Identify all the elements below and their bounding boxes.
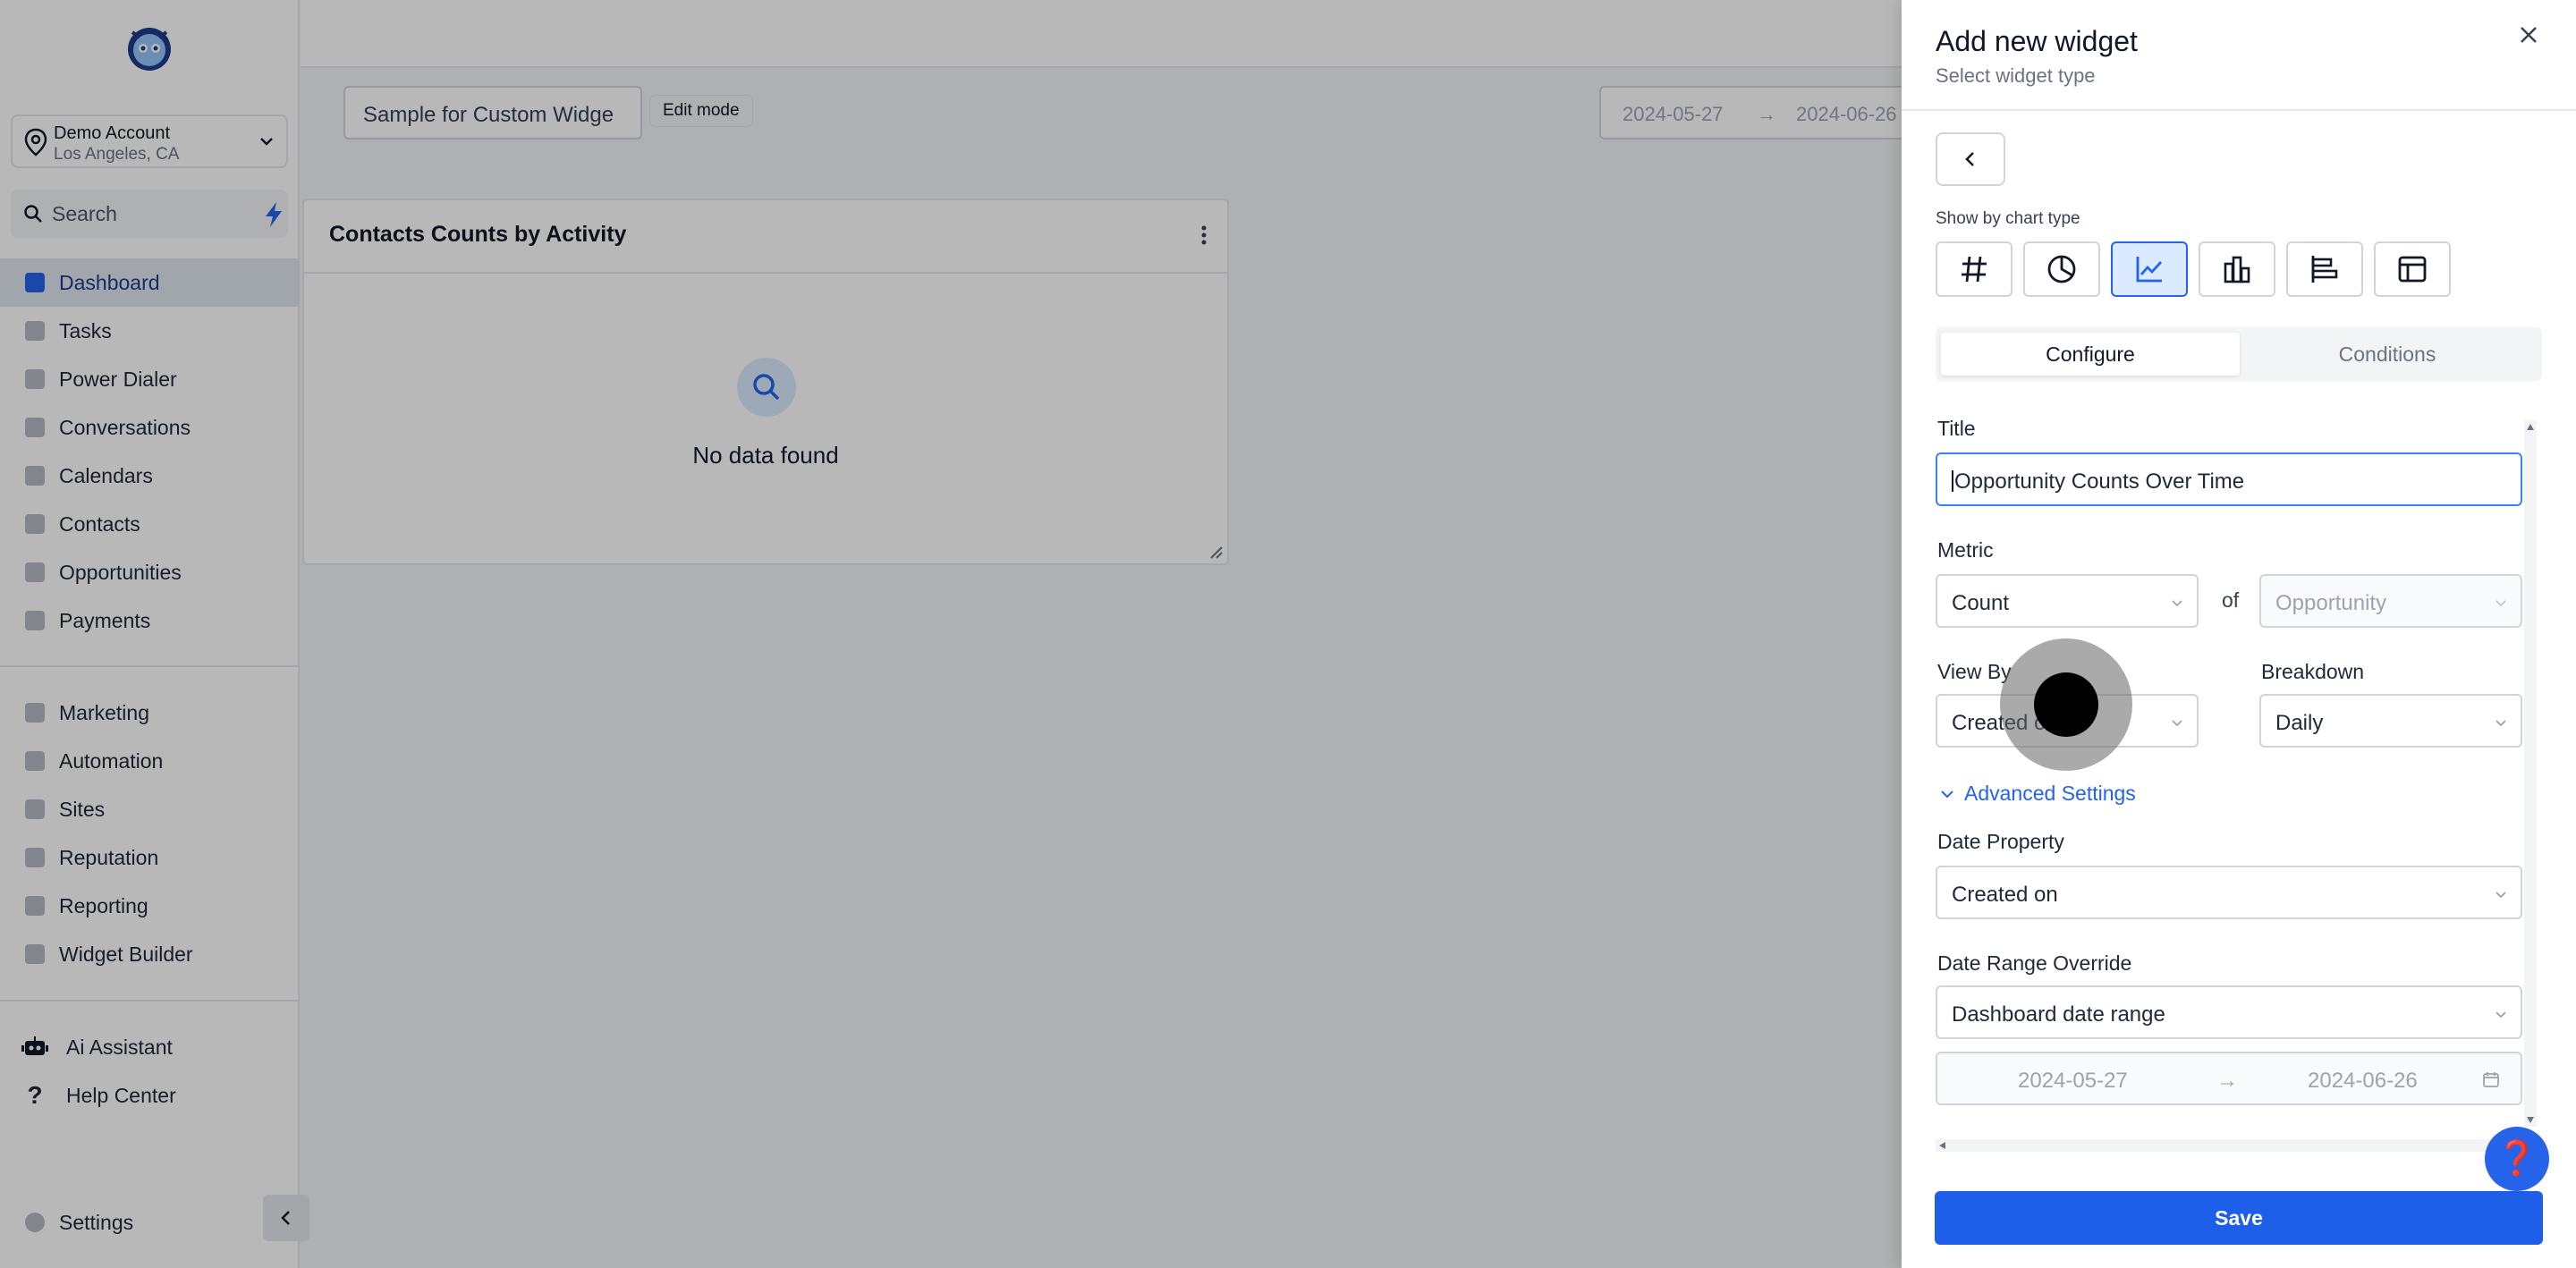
- chart-type-number[interactable]: [1936, 241, 2012, 297]
- chart-type-table[interactable]: [2374, 241, 2451, 297]
- chevron-down-icon: [1941, 790, 1953, 798]
- widget-config-form: Title Opportunity Counts Over Time Metri…: [1936, 417, 2522, 1132]
- breakdown-label: Breakdown: [2261, 660, 2365, 683]
- drawer-header-divider: [1902, 109, 2576, 111]
- scroll-left-arrow-icon[interactable]: [1936, 1139, 1948, 1152]
- view-by-label: View By: [1937, 660, 2012, 683]
- click-indicator: [2000, 638, 2132, 771]
- back-button[interactable]: [1936, 132, 2005, 186]
- date-range-override-label: Date Range Override: [1937, 951, 2132, 975]
- chevron-down-icon: [2172, 600, 2182, 607]
- form-horizontal-scrollbar[interactable]: [1936, 1139, 2521, 1152]
- arrow-right-icon: →: [2216, 1069, 2238, 1093]
- breakdown-value: Daily: [2275, 711, 2324, 735]
- chevron-down-icon: [2496, 600, 2506, 607]
- pie-chart-icon: [2047, 255, 2076, 283]
- date-range-override-value: Dashboard date range: [1952, 1002, 2165, 1027]
- form-vertical-scrollbar[interactable]: [2524, 420, 2537, 1127]
- add-widget-drawer: Add new widget Select widget type Show b…: [1902, 0, 2576, 1268]
- horizontal-bar-icon: [2311, 256, 2338, 283]
- table-icon: [2398, 256, 2427, 283]
- metric-object-select[interactable]: Opportunity: [2259, 574, 2522, 628]
- text-cursor: [1952, 470, 1953, 493]
- date-property-select[interactable]: Created on: [1936, 866, 2522, 919]
- override-date-end: 2024-06-26: [2308, 1069, 2418, 1093]
- save-button[interactable]: Save: [1935, 1191, 2543, 1245]
- date-property-label: Date Property: [1937, 830, 2064, 853]
- chart-type-horizontal-bar[interactable]: [2286, 241, 2363, 297]
- title-label: Title: [1937, 417, 1976, 440]
- chart-type-line[interactable]: [2111, 241, 2188, 297]
- metric-object-placeholder: Opportunity: [2275, 591, 2387, 615]
- chart-type-pie[interactable]: [2023, 241, 2100, 297]
- chevron-down-icon: [2496, 720, 2506, 727]
- advanced-settings-toggle[interactable]: Advanced Settings: [1939, 782, 2136, 806]
- date-range-override-select[interactable]: Dashboard date range: [1936, 985, 2522, 1039]
- override-date-start: 2024-05-27: [2018, 1069, 2128, 1093]
- tab-configure[interactable]: Configure: [1941, 333, 2240, 376]
- chevron-down-icon: [2496, 892, 2506, 899]
- title-input-value: Opportunity Counts Over Time: [1954, 469, 2245, 494]
- bar-chart-icon: [2224, 256, 2250, 283]
- drawer-title: Add new widget: [1936, 25, 2138, 57]
- metric-select[interactable]: Count: [1936, 574, 2199, 628]
- chart-type-picker: [1936, 241, 2451, 297]
- chevron-left-icon: [1965, 152, 1974, 166]
- metric-label: Metric: [1937, 538, 1994, 562]
- tab-conditions[interactable]: Conditions: [2238, 333, 2537, 376]
- drawer-subtitle: Select widget type: [1936, 64, 2096, 87]
- of-label: of: [2222, 588, 2240, 612]
- title-input[interactable]: Opportunity Counts Over Time: [1936, 452, 2522, 506]
- configure-conditions-tabs: Configure Conditions: [1936, 327, 2542, 381]
- modal-overlay[interactable]: [0, 0, 1902, 1268]
- breakdown-select[interactable]: Daily: [2259, 694, 2522, 748]
- advanced-settings-label: Advanced Settings: [1964, 782, 2136, 805]
- date-property-value: Created on: [1952, 883, 2058, 907]
- metric-select-value: Count: [1952, 591, 2010, 615]
- chart-type-label: Show by chart type: [1936, 209, 2080, 228]
- line-chart-icon: [2136, 257, 2163, 283]
- override-date-range-picker[interactable]: 2024-05-27 → 2024-06-26: [1936, 1052, 2522, 1105]
- calendar-icon: [2483, 1072, 2499, 1087]
- chart-type-bar[interactable]: [2199, 241, 2275, 297]
- number-icon: [1962, 256, 1987, 283]
- help-widget-button[interactable]: ❓: [2485, 1127, 2549, 1191]
- chevron-down-icon: [2172, 720, 2182, 727]
- close-icon[interactable]: [2515, 21, 2542, 48]
- chevron-down-icon: [2496, 1011, 2506, 1019]
